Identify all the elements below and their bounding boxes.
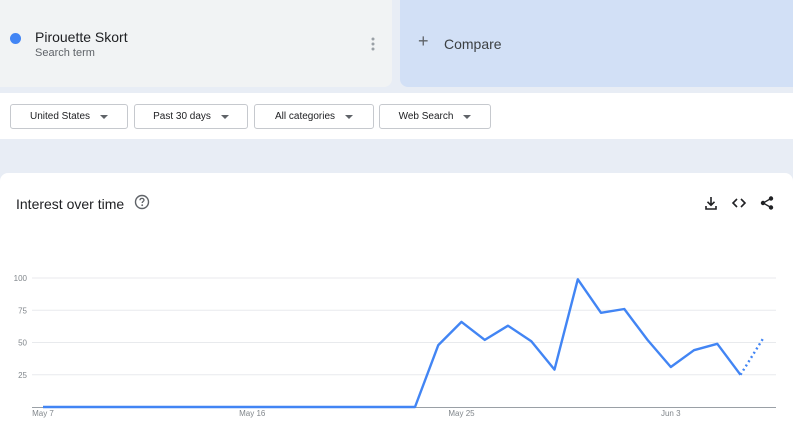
caret-down-icon xyxy=(463,114,472,119)
help-circle-icon[interactable] xyxy=(134,194,150,210)
share-icon[interactable] xyxy=(759,195,775,211)
download-icon[interactable] xyxy=(703,195,719,211)
filter-category[interactable]: All categories xyxy=(254,104,374,129)
filter-category-label: All categories xyxy=(274,111,336,122)
caret-down-icon xyxy=(100,114,109,119)
embed-code-icon[interactable] xyxy=(731,195,747,211)
filter-location[interactable]: United States xyxy=(10,104,128,129)
compare-label: Compare xyxy=(444,36,502,52)
search-term-subtitle: Search term xyxy=(35,47,95,59)
search-term-card[interactable]: Pirouette Skort Search term xyxy=(0,0,392,87)
series-color-dot xyxy=(10,33,21,44)
filter-location-label: United States xyxy=(29,111,91,122)
filter-time-range[interactable]: Past 30 days xyxy=(134,104,248,129)
chart-title: Interest over time xyxy=(16,196,125,212)
filter-search-type[interactable]: Web Search xyxy=(379,104,491,129)
filter-search-type-label: Web Search xyxy=(398,111,454,122)
filter-time-range-label: Past 30 days xyxy=(153,111,211,122)
search-term-name: Pirouette Skort xyxy=(35,29,128,45)
caret-down-icon xyxy=(220,114,229,119)
more-vert-icon[interactable] xyxy=(366,35,380,53)
interest-over-time-card xyxy=(0,173,793,445)
plus-icon: + xyxy=(418,31,429,51)
caret-down-icon xyxy=(345,114,354,119)
